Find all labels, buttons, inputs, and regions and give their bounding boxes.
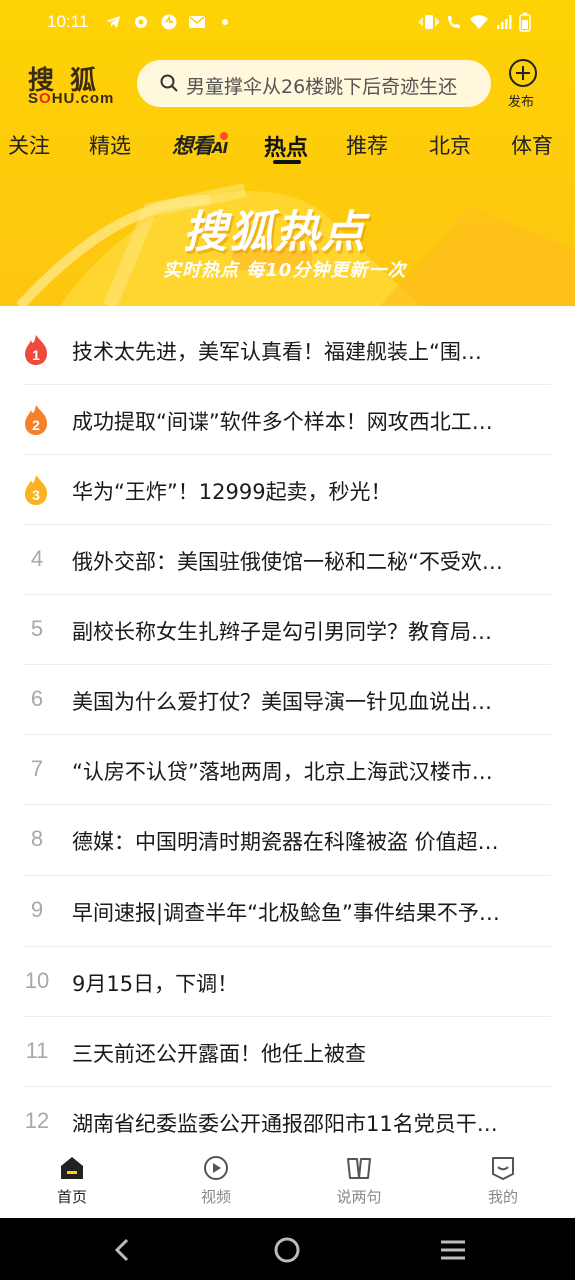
mail-icon <box>189 16 205 28</box>
list-item-title: 早间速报|调查半年“北极鲶鱼”事件结果不予… <box>72 901 500 925</box>
banner-subtitle: 实时热点 每10分钟更新一次 <box>163 260 407 281</box>
system-navigation-bar <box>0 1218 575 1280</box>
vibrate-icon <box>419 15 439 29</box>
telegram-icon <box>106 16 120 28</box>
list-item[interactable]: 4 俄外交部：美国驻俄使馆一秘和二秘“不受欢… <box>0 524 575 594</box>
list-item[interactable]: 1 技术太先进，美军认真看！福建舰装上“围… <box>0 314 575 384</box>
list-item-title: 华为“王炸”！12999起卖，秒光！ <box>72 480 392 504</box>
list-item[interactable]: 11 三天前还公开露面！他任上被查 <box>0 1016 575 1086</box>
list-item[interactable]: 6 美国为什么爱打仗？美国导演一针见血说出… <box>0 664 575 734</box>
nav-home[interactable]: 首页 <box>27 1154 117 1207</box>
svg-text:3: 3 <box>32 487 40 503</box>
list-item[interactable]: 8 德媒：中国明清时期瓷器在科隆被盗 价值超… <box>0 804 575 874</box>
tab-beijing[interactable]: 北京 <box>429 130 471 160</box>
list-item-title: 俄外交部：美国驻俄使馆一秘和二秘“不受欢… <box>72 550 503 574</box>
banner-title: 搜狐热点 <box>183 207 367 258</box>
channel-tabs: 关注 精选 想看AI 热点 推荐 北京 体育 <box>0 124 575 168</box>
header-area: 10:11 搜狐 SOHU.com 男童撑伞从26楼跳下后奇迹生还 发布 关注 … <box>0 0 575 306</box>
rank-number: 9 <box>30 897 44 922</box>
nav-comments[interactable]: 说两句 <box>314 1154 404 1207</box>
tab-hot[interactable]: 热点 <box>264 130 308 162</box>
flame-rank-1-icon: 1 <box>25 335 48 365</box>
recent-apps-icon[interactable] <box>438 1235 468 1265</box>
app-icon <box>161 14 177 30</box>
tab-xiangkan-ai[interactable]: 想看AI <box>172 130 228 160</box>
search-icon <box>160 74 178 92</box>
list-item-title: 9月15日，下调！ <box>72 972 239 996</box>
tab-featured[interactable]: 精选 <box>89 130 131 160</box>
list-item[interactable]: 3 华为“王炸”！12999起卖，秒光！ <box>0 454 575 524</box>
rank-number: 4 <box>30 546 44 571</box>
status-bar: 10:11 <box>0 0 575 46</box>
list-item-title: 三天前还公开露面！他任上被查 <box>72 1042 366 1066</box>
hot-banner: 搜狐热点 实时热点 每10分钟更新一次 <box>0 170 575 306</box>
search-input[interactable]: 男童撑伞从26楼跳下后奇迹生还 <box>186 72 478 99</box>
list-item-title: 美国为什么爱打仗？美国导演一针见血说出… <box>72 690 492 714</box>
play-icon <box>204 1156 228 1180</box>
list-item[interactable]: 9 早间速报|调查半年“北极鲶鱼”事件结果不予… <box>0 875 575 945</box>
flame-rank-2-icon: 2 <box>25 405 48 435</box>
list-item[interactable]: 7 “认房不认贷”落地两周，北京上海武汉楼市… <box>0 734 575 804</box>
logo-english: SOHU.com <box>28 90 115 107</box>
list-item[interactable]: 10 9月15日，下调！ <box>0 946 575 1016</box>
nav-home-label: 首页 <box>56 1188 87 1206</box>
battery-icon <box>519 12 531 32</box>
rank-number: 5 <box>30 616 44 641</box>
list-item-title: “认房不认贷”落地两周，北京上海武汉楼市… <box>72 760 493 784</box>
signal-icon <box>497 15 512 29</box>
bottom-navigation: 首页 视频 说两句 我的 <box>0 1140 575 1218</box>
nav-mine-label: 我的 <box>487 1188 518 1206</box>
active-tab-indicator <box>273 160 301 164</box>
rank-number: 8 <box>30 826 44 851</box>
nav-comments-label: 说两句 <box>336 1188 382 1206</box>
list-item-title: 湖南省纪委监委公开通报邵阳市11名党员干… <box>72 1112 498 1136</box>
nav-video[interactable]: 视频 <box>171 1154 261 1207</box>
publish-button[interactable]: 发布 <box>504 57 542 110</box>
back-icon[interactable] <box>108 1235 138 1265</box>
rank-number: 6 <box>30 686 44 711</box>
tab-recommend[interactable]: 推荐 <box>346 130 388 160</box>
nav-video-label: 视频 <box>200 1188 231 1206</box>
dot-icon <box>222 19 228 25</box>
list-item[interactable]: 5 副校长称女生扎辫子是勾引男同学？教育局… <box>0 594 575 664</box>
wifi-icon <box>470 15 488 29</box>
tab-xiangkan-badge <box>220 132 228 140</box>
status-time: 10:11 <box>47 12 89 31</box>
list-item-title: 成功提取“间谍”软件多个样本！网攻西北工… <box>72 410 493 434</box>
add-circle-icon <box>509 59 537 87</box>
list-item[interactable]: 2 成功提取“间谍”软件多个样本！网攻西北工… <box>0 384 575 454</box>
tab-follow[interactable]: 关注 <box>8 130 50 160</box>
settings-icon <box>135 16 147 28</box>
home-icon <box>61 1157 83 1179</box>
list-item-title: 技术太先进，美军认真看！福建舰装上“围… <box>72 340 482 364</box>
rank-number: 12 <box>24 1108 50 1133</box>
wifi-call-icon <box>448 16 460 28</box>
profile-icon <box>492 1157 514 1180</box>
book-icon <box>347 1158 371 1179</box>
rank-number: 7 <box>30 756 44 781</box>
flame-rank-3-icon: 3 <box>25 475 48 505</box>
nav-mine[interactable]: 我的 <box>458 1154 548 1207</box>
home-circle-icon[interactable] <box>272 1235 302 1265</box>
list-item-title: 副校长称女生扎辫子是勾引男同学？教育局… <box>72 620 492 644</box>
tab-sports[interactable]: 体育 <box>511 130 553 160</box>
publish-label: 发布 <box>507 95 534 110</box>
sohu-logo[interactable]: 搜狐 SOHU.com <box>28 60 115 110</box>
rank-number: 11 <box>25 1038 49 1063</box>
list-item-title: 德媒：中国明清时期瓷器在科隆被盗 价值超… <box>72 830 499 854</box>
rank-number: 10 <box>24 968 50 993</box>
search-bar[interactable]: 男童撑伞从26楼跳下后奇迹生还 <box>137 60 491 107</box>
svg-text:2: 2 <box>32 417 40 433</box>
svg-text:1: 1 <box>32 347 40 363</box>
